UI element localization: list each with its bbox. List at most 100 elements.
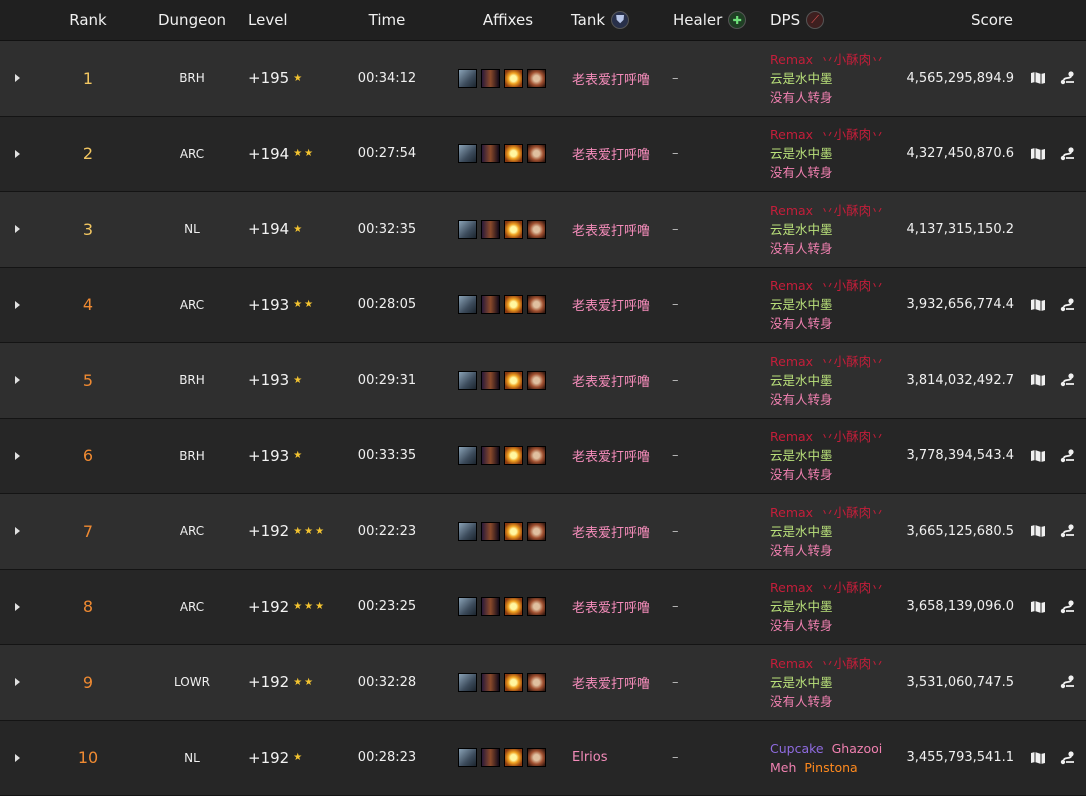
expand-row-button[interactable] [10,343,24,418]
header-score[interactable]: Score [930,0,1054,40]
affix-icon[interactable] [481,597,500,616]
affix-icon[interactable] [481,748,500,767]
dps-player-link[interactable]: 没有人转身 [770,694,833,709]
dps-player-link[interactable]: Ghazooi [832,741,883,756]
dps-player-link[interactable]: 云是水中墨 [770,675,833,690]
dps-player-link[interactable]: 丷小酥肉丷 [821,505,884,520]
table-row[interactable]: 4ARC+193★★00:28:05老表爱打呼噜–Remax丷小酥肉丷云是水中墨… [0,268,1086,344]
map-button[interactable] [1028,268,1048,343]
dps-player-link[interactable]: 没有人转身 [770,165,833,180]
table-row[interactable]: 1BRH+195★00:34:12老表爱打呼噜–Remax丷小酥肉丷云是水中墨没… [0,41,1086,117]
header-dps[interactable]: DPS ⟋ [770,0,824,40]
tank-player-link[interactable]: 老表爱打呼噜 [572,69,650,88]
dps-player-link[interactable]: 云是水中墨 [770,146,833,161]
dps-player-link[interactable]: 没有人转身 [770,316,833,331]
dungeon-name[interactable]: BRH [179,71,205,85]
dps-player-link[interactable]: 没有人转身 [770,618,833,633]
affix-icon[interactable] [527,597,546,616]
affix-icon[interactable] [527,371,546,390]
table-row[interactable]: 5BRH+193★00:29:31老表爱打呼噜–Remax丷小酥肉丷云是水中墨没… [0,343,1086,419]
tyrannical-affix-icon[interactable] [458,220,477,239]
affix-icon[interactable] [527,522,546,541]
tank-player-link[interactable]: Elrios [572,750,608,765]
map-button[interactable] [1028,721,1048,796]
dps-player-link[interactable]: 云是水中墨 [770,297,833,312]
tyrannical-affix-icon[interactable] [458,295,477,314]
dungeon-name[interactable]: NL [184,751,200,765]
dps-player-link[interactable]: 丷小酥肉丷 [821,52,884,67]
dps-player-link[interactable]: 丷小酥肉丷 [821,127,884,142]
affix-icon[interactable] [481,446,500,465]
map-button[interactable] [1028,570,1048,645]
dps-player-link[interactable]: 云是水中墨 [770,71,833,86]
affix-icon[interactable] [527,144,546,163]
affix-icon[interactable] [504,673,523,692]
route-button[interactable] [1058,343,1078,418]
affix-icon[interactable] [504,69,523,88]
tank-player-link[interactable]: 老表爱打呼噜 [572,371,650,390]
affix-icon[interactable] [527,69,546,88]
affix-icon[interactable] [481,371,500,390]
tank-player-link[interactable]: 老表爱打呼噜 [572,522,650,541]
dps-player-link[interactable]: Meh [770,760,796,775]
header-time[interactable]: Time [352,0,422,40]
tank-player-link[interactable]: 老表爱打呼噜 [572,220,650,239]
route-button[interactable] [1058,117,1078,192]
tank-player-link[interactable]: 老表爱打呼噜 [572,446,650,465]
route-button[interactable] [1058,419,1078,494]
dps-player-link[interactable]: 丷小酥肉丷 [821,429,884,444]
affix-icon[interactable] [527,295,546,314]
dps-player-link[interactable]: Remax [770,354,813,369]
dungeon-name[interactable]: NL [184,222,200,236]
dungeon-name[interactable]: BRH [179,373,205,387]
dps-player-link[interactable]: 云是水中墨 [770,448,833,463]
dps-player-link[interactable]: 没有人转身 [770,241,833,256]
tyrannical-affix-icon[interactable] [458,446,477,465]
affix-icon[interactable] [481,673,500,692]
affix-icon[interactable] [527,220,546,239]
dps-player-link[interactable]: Pinstona [804,760,857,775]
affix-icon[interactable] [481,144,500,163]
expand-row-button[interactable] [10,41,24,116]
expand-row-button[interactable] [10,192,24,267]
dps-player-link[interactable]: 没有人转身 [770,90,833,105]
map-button[interactable] [1028,419,1048,494]
tyrannical-affix-icon[interactable] [458,522,477,541]
tyrannical-affix-icon[interactable] [458,144,477,163]
route-button[interactable] [1058,41,1078,116]
dungeon-name[interactable]: ARC [180,524,204,538]
affix-icon[interactable] [481,220,500,239]
dps-player-link[interactable]: 云是水中墨 [770,373,833,388]
table-row[interactable]: 6BRH+193★00:33:35老表爱打呼噜–Remax丷小酥肉丷云是水中墨没… [0,419,1086,495]
expand-row-button[interactable] [10,117,24,192]
affix-icon[interactable] [504,597,523,616]
dungeon-name[interactable]: BRH [179,449,205,463]
expand-row-button[interactable] [10,570,24,645]
dps-player-link[interactable]: Remax [770,278,813,293]
affix-icon[interactable] [527,446,546,465]
tyrannical-affix-icon[interactable] [458,748,477,767]
route-button[interactable] [1058,268,1078,343]
table-row[interactable]: 3NL+194★00:32:35老表爱打呼噜–Remax丷小酥肉丷云是水中墨没有… [0,192,1086,268]
affix-icon[interactable] [481,295,500,314]
header-tank[interactable]: Tank ⛊ [571,0,667,40]
affix-icon[interactable] [481,522,500,541]
tyrannical-affix-icon[interactable] [458,673,477,692]
tank-player-link[interactable]: 老表爱打呼噜 [572,597,650,616]
expand-row-button[interactable] [10,721,24,796]
tyrannical-affix-icon[interactable] [458,69,477,88]
dps-player-link[interactable]: 云是水中墨 [770,599,833,614]
route-button[interactable] [1058,645,1078,720]
tank-player-link[interactable]: 老表爱打呼噜 [572,144,650,163]
dps-player-link[interactable]: Remax [770,656,813,671]
dps-player-link[interactable]: Remax [770,203,813,218]
map-button[interactable] [1028,41,1048,116]
affix-icon[interactable] [504,522,523,541]
header-rank[interactable]: Rank [60,0,116,40]
affix-icon[interactable] [504,748,523,767]
dps-player-link[interactable]: Remax [770,52,813,67]
affix-icon[interactable] [527,748,546,767]
dps-player-link[interactable]: 丷小酥肉丷 [821,354,884,369]
table-row[interactable]: 8ARC+192★★★00:23:25老表爱打呼噜–Remax丷小酥肉丷云是水中… [0,570,1086,646]
dungeon-name[interactable]: ARC [180,298,204,312]
